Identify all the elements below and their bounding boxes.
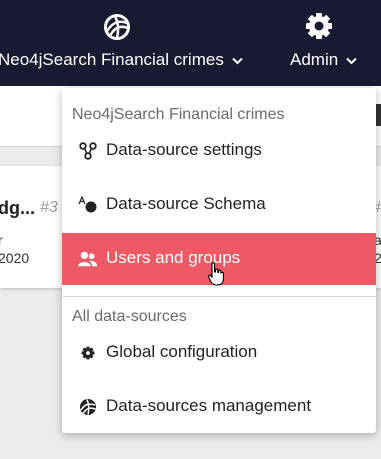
admin-label: Admin bbox=[290, 50, 339, 69]
top-navigation-bar: Neo4jSearch Financial crimes Admin bbox=[0, 0, 381, 86]
datasource-name: Neo4jSearch Financial crimes bbox=[0, 50, 224, 69]
card-date: 2020 bbox=[0, 250, 30, 266]
menu-item-global-configuration[interactable]: Global configuration bbox=[62, 327, 376, 379]
section-header-datasource: Neo4jSearch Financial crimes bbox=[72, 106, 285, 123]
menu-item-datasource-schema[interactable]: Data-source Schema bbox=[62, 179, 376, 231]
card-id: #3 bbox=[40, 199, 58, 216]
datasource-switcher[interactable]: Neo4jSearch Financial crimes bbox=[0, 8, 248, 78]
users-icon bbox=[78, 251, 98, 267]
share-nodes-icon bbox=[79, 142, 97, 160]
admin-menu-button[interactable]: Admin bbox=[286, 8, 357, 78]
card-title: dg... bbox=[0, 198, 35, 218]
menu-item-datasources-management[interactable]: Data-sources management bbox=[62, 381, 376, 433]
gear-icon bbox=[81, 346, 95, 360]
menu-item-label: Data-sources management bbox=[106, 396, 312, 415]
hand-pointer-icon bbox=[208, 262, 224, 286]
chevron-down-icon bbox=[231, 57, 243, 64]
globe-icon bbox=[80, 399, 96, 415]
card-text: r bbox=[0, 232, 3, 248]
datasource-logo-icon bbox=[104, 14, 130, 40]
schema-icon bbox=[78, 196, 97, 213]
admin-dropdown-menu: Neo4jSearch Financial crimes Data-source… bbox=[62, 88, 376, 433]
menu-item-datasource-settings[interactable]: Data-source settings bbox=[62, 125, 376, 177]
menu-item-label: Global configuration bbox=[106, 342, 258, 361]
menu-item-label: Data-source settings bbox=[106, 140, 262, 159]
menu-divider bbox=[62, 296, 376, 297]
chevron-down-icon bbox=[346, 57, 357, 64]
section-header-all-datasources: All data-sources bbox=[72, 308, 187, 325]
gear-icon bbox=[306, 13, 332, 39]
menu-item-label: Data-source Schema bbox=[106, 194, 266, 213]
